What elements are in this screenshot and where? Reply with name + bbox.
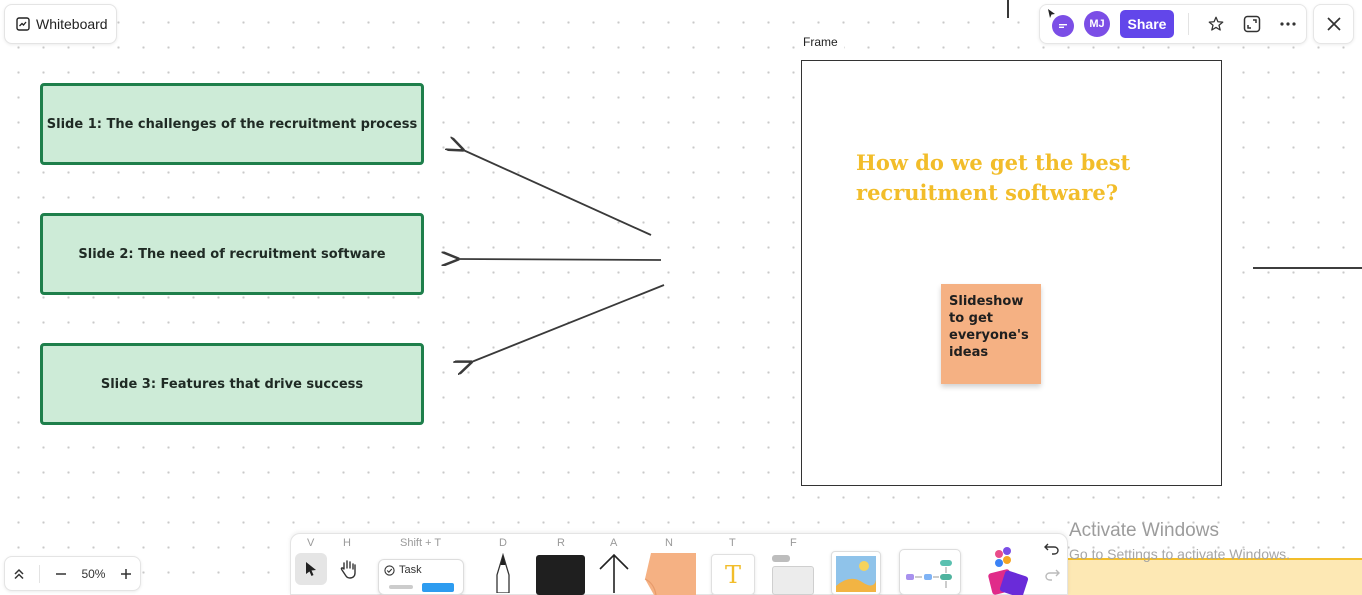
activate-windows-subtitle: Go to Settings to activate Windows. bbox=[1069, 546, 1290, 562]
shortcut-note: N bbox=[665, 537, 673, 549]
frame[interactable] bbox=[801, 60, 1222, 486]
sticky-note-icon bbox=[644, 553, 696, 595]
slide-label: Slide 1: The challenges of the recruitme… bbox=[46, 116, 418, 132]
frame-tool-body bbox=[772, 566, 814, 595]
shortcut-task: Shift + T bbox=[400, 537, 442, 549]
arrow-to-slide-3 bbox=[469, 284, 665, 363]
arrow-to-slide-2 bbox=[456, 259, 662, 260]
sticky-note[interactable]: Slideshow to get everyone's ideas bbox=[941, 284, 1041, 384]
pen-tool[interactable] bbox=[489, 552, 517, 594]
task-label: Task bbox=[399, 564, 422, 576]
frame-tool[interactable] bbox=[770, 555, 816, 595]
flowchart-icon bbox=[906, 560, 952, 588]
check-circle-icon bbox=[384, 564, 395, 576]
comment-icon bbox=[1059, 24, 1067, 28]
text-tool-glyph: T bbox=[724, 560, 741, 589]
top-right-toolbar: MJ Share bbox=[1039, 4, 1307, 44]
image-tool[interactable] bbox=[831, 551, 881, 595]
slide-card-2[interactable]: Slide 2: The need of recruitment softwar… bbox=[40, 213, 424, 295]
more-icon bbox=[1280, 22, 1296, 26]
rectangle-tool[interactable] bbox=[536, 555, 585, 595]
zoom-controls: 50% bbox=[4, 556, 141, 591]
toolbar-divider bbox=[1188, 13, 1189, 35]
collapse-button[interactable] bbox=[13, 568, 25, 580]
apps-icon bbox=[988, 547, 1029, 595]
frame-title-text[interactable]: How do we get the best recruitment softw… bbox=[856, 148, 1156, 208]
undo-icon bbox=[1044, 543, 1059, 555]
zoom-out-button[interactable] bbox=[55, 568, 67, 580]
chat-avatar[interactable] bbox=[1048, 9, 1074, 37]
hand-tool[interactable] bbox=[336, 556, 360, 582]
chevron-double-up-icon bbox=[14, 568, 24, 579]
arrow-tool[interactable] bbox=[598, 553, 630, 593]
fullscreen-button[interactable] bbox=[1239, 11, 1265, 37]
whiteboard-tab[interactable]: Whiteboard bbox=[4, 4, 117, 44]
pen-icon bbox=[496, 552, 510, 594]
expand-icon bbox=[1243, 15, 1261, 33]
diagram-tool[interactable] bbox=[899, 549, 961, 595]
task-tool[interactable]: Task bbox=[378, 559, 464, 595]
shortcut-rectangle: R bbox=[557, 537, 565, 549]
zoom-in-button[interactable] bbox=[120, 568, 132, 580]
plus-icon bbox=[120, 568, 131, 579]
activate-windows-title: Activate Windows bbox=[1069, 520, 1219, 541]
text-tool[interactable]: T bbox=[711, 554, 755, 595]
slide-card-3[interactable]: Slide 3: Features that drive success bbox=[40, 343, 424, 425]
task-placeholder-button bbox=[422, 583, 454, 592]
share-button[interactable]: Share bbox=[1120, 10, 1174, 38]
close-icon bbox=[1326, 17, 1341, 31]
undo-button[interactable] bbox=[1044, 540, 1060, 556]
shortcut-draw: D bbox=[499, 537, 507, 549]
more-options-button[interactable] bbox=[1275, 11, 1301, 37]
task-placeholder-bar bbox=[389, 585, 413, 589]
hand-icon bbox=[340, 560, 356, 579]
apps-tool[interactable] bbox=[976, 545, 1030, 595]
select-tool[interactable] bbox=[295, 553, 327, 585]
whiteboard-icon bbox=[16, 17, 30, 31]
minus-icon bbox=[55, 572, 66, 575]
sticky-note-tool[interactable] bbox=[642, 553, 696, 595]
redo-icon bbox=[1045, 569, 1060, 581]
slide-label: Slide 2: The need of recruitment softwar… bbox=[78, 246, 386, 262]
redo-button[interactable] bbox=[1044, 566, 1060, 582]
zoom-divider bbox=[39, 564, 41, 583]
slide-label: Slide 3: Features that drive success bbox=[100, 376, 364, 392]
shortcut-hand: H bbox=[343, 537, 351, 549]
frame-label[interactable]: Frame bbox=[797, 34, 844, 50]
arrow-to-slide-1 bbox=[461, 149, 652, 236]
close-button[interactable] bbox=[1313, 4, 1354, 44]
pointer-icon bbox=[306, 562, 316, 576]
star-icon bbox=[1208, 16, 1224, 31]
shortcut-arrow: A bbox=[610, 537, 618, 549]
arrow-up-icon bbox=[599, 553, 629, 593]
user-avatar[interactable]: MJ bbox=[1084, 11, 1110, 37]
shortcut-frame: F bbox=[790, 537, 797, 549]
frame-tool-tab bbox=[772, 555, 790, 562]
whiteboard-title: Whiteboard bbox=[36, 16, 108, 32]
cursor-icon bbox=[1048, 9, 1055, 18]
zoom-level[interactable]: 50% bbox=[81, 567, 105, 581]
favorite-button[interactable] bbox=[1203, 11, 1229, 37]
image-icon bbox=[836, 556, 876, 592]
shortcut-text: T bbox=[729, 537, 736, 549]
slide-card-1[interactable]: Slide 1: The challenges of the recruitme… bbox=[40, 83, 424, 165]
shortcut-select: V bbox=[307, 537, 315, 549]
